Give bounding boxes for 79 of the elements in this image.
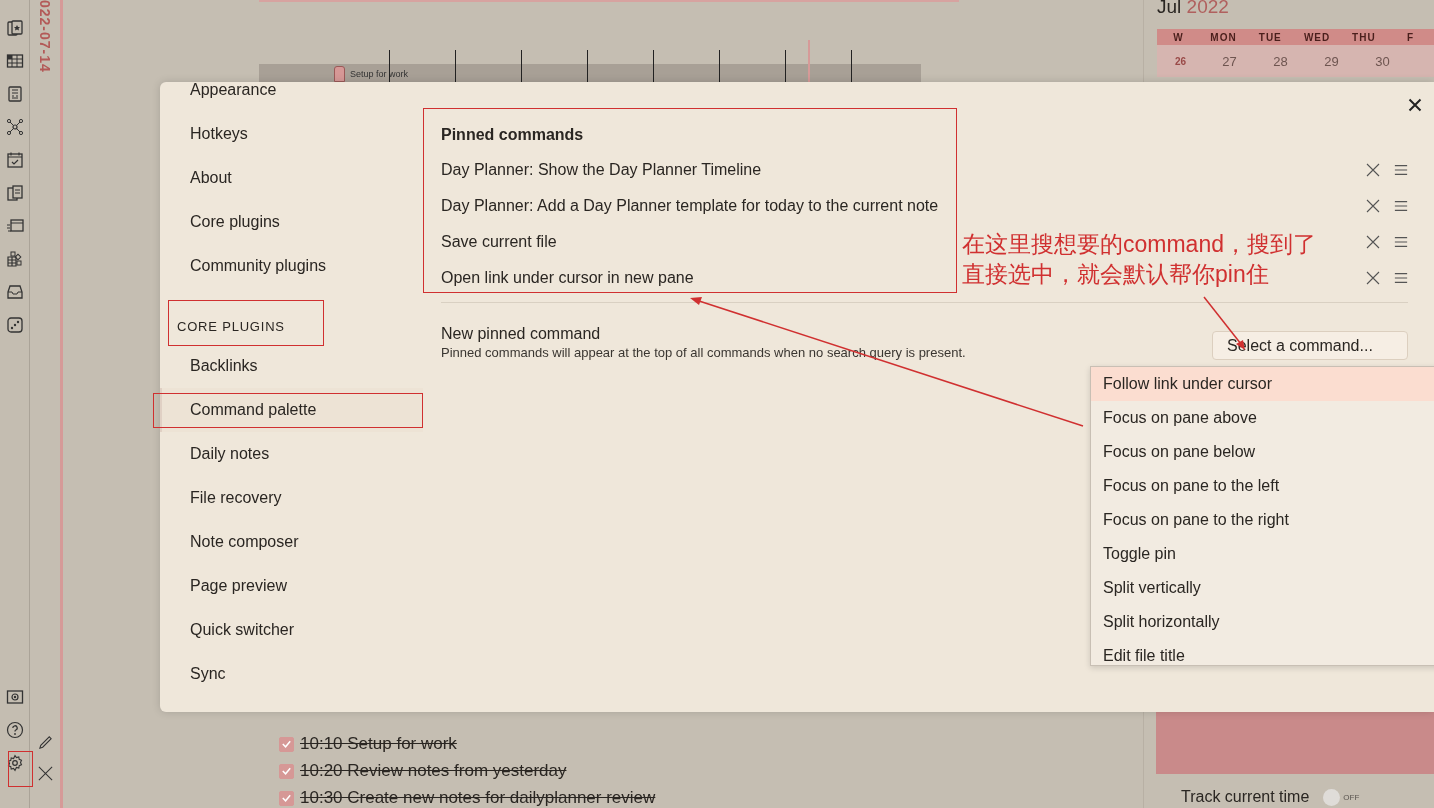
weekday-label: THU <box>1351 31 1377 43</box>
drag-handle-icon[interactable] <box>1394 271 1408 285</box>
pinned-command: Open link under cursor in new pane <box>441 269 694 287</box>
table-icon[interactable] <box>5 52 24 70</box>
task-checkbox[interactable] <box>279 790 294 806</box>
section-heading: CORE PLUGINS <box>177 319 285 334</box>
event-label: Setup for work <box>350 68 409 79</box>
weekday-label: W <box>1172 31 1185 43</box>
graph-icon[interactable] <box>5 118 24 136</box>
pinned-command: Save current file <box>441 233 557 251</box>
nav-item[interactable]: Note composer <box>160 520 423 564</box>
task-text: 10:10 Setup for work <box>300 734 457 754</box>
calendar-day[interactable]: 29 <box>1306 53 1357 69</box>
task-text: 10:20 Review notes from yesterday <box>300 761 567 781</box>
calendar-check-icon[interactable] <box>5 151 24 169</box>
nav-item[interactable]: Hotkeys <box>160 112 423 156</box>
weekday-label: TUE <box>1257 31 1283 43</box>
help-icon[interactable] <box>5 721 24 739</box>
pinned-command: Day Planner: Show the Day Planner Timeline <box>441 161 762 179</box>
nav-item[interactable]: File recovery <box>160 476 423 520</box>
photo-icon[interactable] <box>5 688 24 706</box>
nav-item[interactable]: Sync <box>160 652 423 696</box>
nav-item[interactable]: Appearance <box>160 82 423 112</box>
dice-icon[interactable] <box>5 316 24 334</box>
calendar-day[interactable]: 30 <box>1357 53 1408 69</box>
current-time-line <box>808 39 810 82</box>
weekday-label: MON <box>1209 31 1238 43</box>
setting-name: New pinned command <box>441 324 602 344</box>
dropdown-item[interactable]: Split horizontally <box>1091 605 1434 639</box>
drag-handle-icon[interactable] <box>1394 235 1408 249</box>
nav-item[interactable]: Daily notes <box>160 432 423 476</box>
calendar-day[interactable]: 27 <box>1204 53 1255 69</box>
blocks-icon[interactable] <box>5 250 24 268</box>
event-block[interactable] <box>334 65 345 82</box>
dropdown-item[interactable]: Focus on pane above <box>1091 401 1434 435</box>
pencil-icon[interactable] <box>36 734 54 751</box>
dropdown-item[interactable]: Focus on pane to the left <box>1091 469 1434 503</box>
cards-icon[interactable] <box>5 19 24 37</box>
dropdown-item[interactable]: Split vertically <box>1091 571 1434 605</box>
drag-handle-icon[interactable] <box>1394 199 1408 213</box>
weekday-label: F <box>1406 31 1416 43</box>
calendar-title: Jul 2022 <box>1157 0 1230 19</box>
cross-icon[interactable] <box>1366 199 1380 213</box>
dropdown-item[interactable]: Edit file title <box>1091 639 1434 665</box>
cross-icon[interactable] <box>1366 271 1380 285</box>
dropdown-item[interactable]: Focus on pane below <box>1091 435 1434 469</box>
document-icon[interactable] <box>5 85 24 103</box>
nav-item[interactable]: Quick switcher <box>160 608 423 652</box>
stack-icon[interactable] <box>5 217 24 235</box>
drag-handle-icon[interactable] <box>1394 163 1408 177</box>
task-checkbox[interactable] <box>279 763 294 779</box>
nav-item[interactable]: Command palette <box>160 388 423 432</box>
setting-description: Pinned commands will appear at the top of all commands when no search query is present. <box>441 344 967 362</box>
dropdown-item[interactable]: Focus on pane to the right <box>1091 503 1434 537</box>
close-icon[interactable] <box>1408 98 1422 112</box>
weekday-label: WED <box>1302 31 1332 43</box>
nav-item[interactable]: Backlinks <box>160 344 423 388</box>
nav-item[interactable]: Community plugins <box>160 244 423 288</box>
inbox-icon[interactable] <box>5 283 24 301</box>
track-time-toggle[interactable]: OFF <box>1323 788 1368 806</box>
nav-item[interactable]: Core plugins <box>160 200 423 244</box>
close-icon[interactable] <box>36 765 54 782</box>
cross-icon[interactable] <box>1366 235 1380 249</box>
pinned-command: Day Planner: Add a Day Planner template for today to the current note <box>441 197 939 215</box>
section-title: Pinned commands <box>441 126 585 144</box>
cross-icon[interactable] <box>1366 163 1380 177</box>
annotation-text: 在这里搜想要的command，搜到了 <box>962 230 1316 259</box>
task-checkbox[interactable] <box>279 736 294 752</box>
nav-item[interactable]: About <box>160 156 423 200</box>
dropdown-item[interactable]: Follow link under cursor <box>1091 367 1434 401</box>
annotation-text: 直接选中，就会默认帮你pin住 <box>962 260 1269 289</box>
dropdown-item[interactable]: Toggle pin <box>1091 537 1434 571</box>
date-label: 022-07-14 <box>37 0 53 73</box>
highlight-frame <box>8 751 33 787</box>
copy-icon[interactable] <box>5 184 24 202</box>
nav-item[interactable]: Page preview <box>160 564 423 608</box>
calendar-day[interactable]: 28 <box>1255 53 1306 69</box>
track-time-label: Track current time <box>1181 788 1310 806</box>
task-text: 10:30 Create new notes for dailyplanner review <box>300 788 656 808</box>
